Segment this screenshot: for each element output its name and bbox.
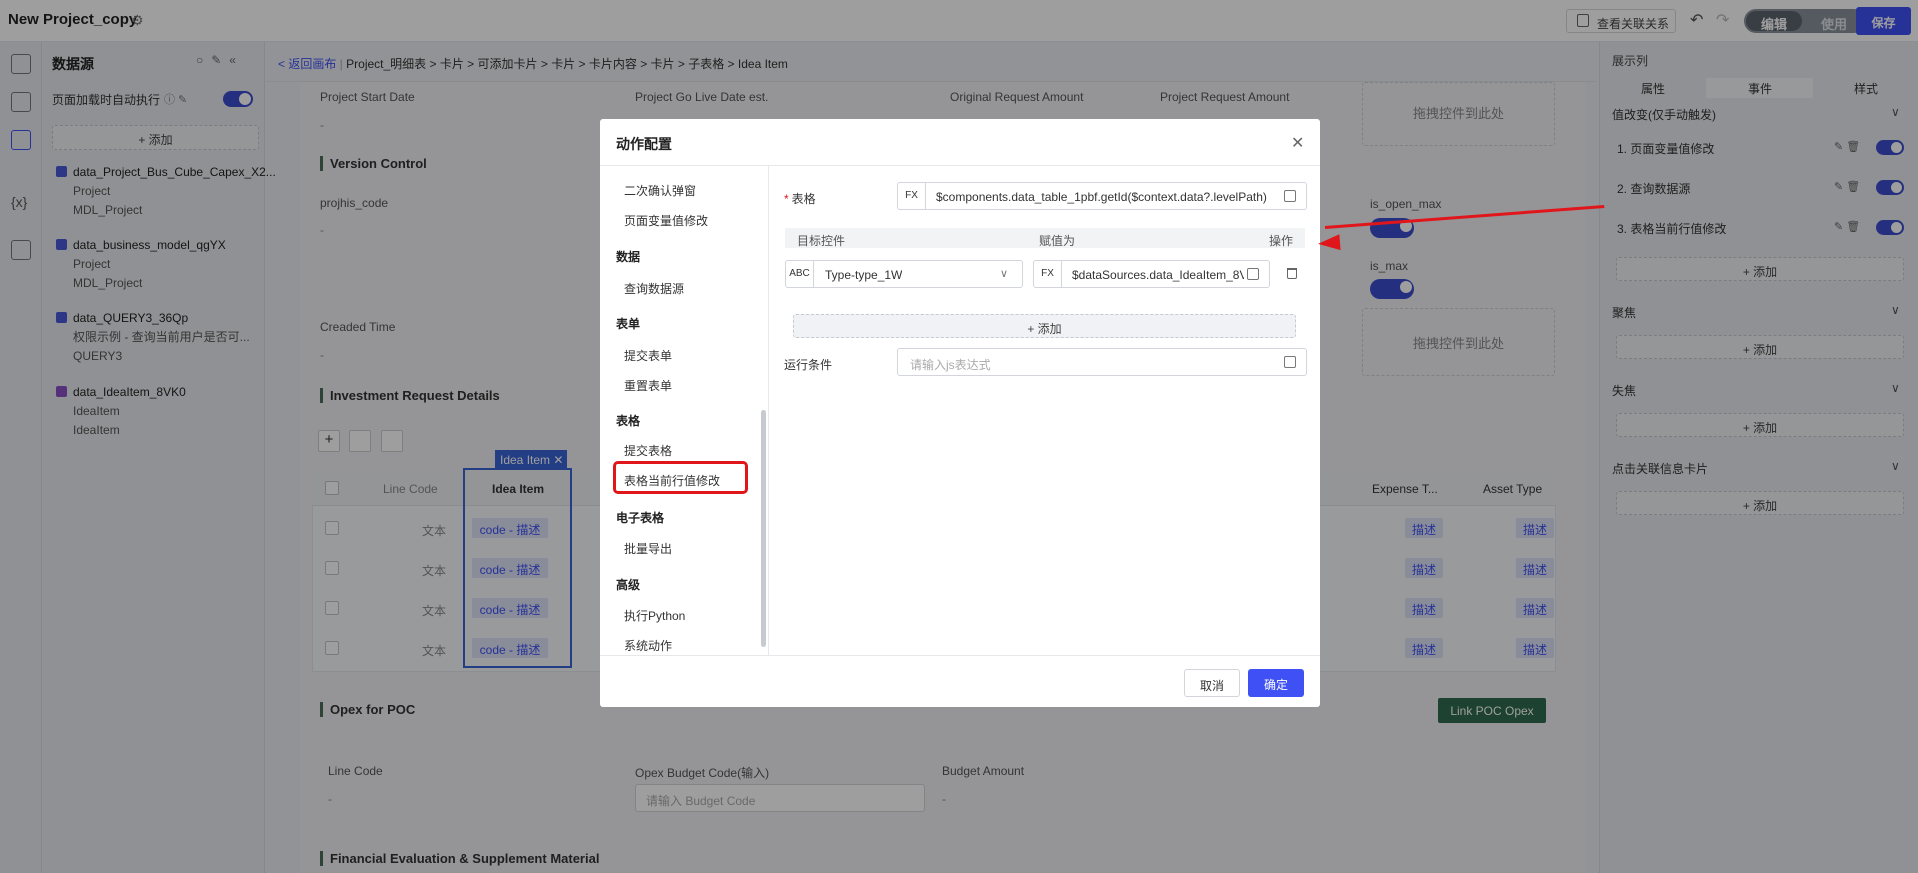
add-assign-row-button[interactable]: + 添加: [793, 314, 1296, 338]
annotation-arrow-head: [1317, 234, 1341, 252]
menu-heading: 表格: [616, 414, 641, 428]
menu-item[interactable]: 系统动作: [624, 637, 672, 654]
assign-expression-field[interactable]: FX $dataSources.data_IdeaItem_8VK0: [1033, 260, 1270, 288]
dialog-title: 动作配置: [616, 136, 672, 152]
trash-icon[interactable]: [1287, 268, 1297, 279]
menu-item[interactable]: 提交表单: [624, 347, 672, 364]
ok-button[interactable]: 确定: [1248, 669, 1304, 697]
highlight-box: [613, 461, 748, 494]
menu-item[interactable]: 批量导出: [624, 540, 672, 557]
menu-item[interactable]: 提交表格: [624, 442, 672, 459]
menu-scrollbar[interactable]: [761, 410, 766, 647]
menu-heading: 高级: [616, 578, 641, 592]
table-label: * 表格: [784, 192, 816, 206]
menu-item[interactable]: 页面变量值修改: [624, 212, 708, 229]
close-icon[interactable]: ✕: [1291, 133, 1304, 153]
col-assign: 赋值为: [1039, 234, 1076, 248]
expand-icon[interactable]: [1284, 190, 1296, 202]
col-op: 操作: [1269, 234, 1294, 248]
dialog-divider: [600, 165, 1320, 166]
cancel-button[interactable]: 取消: [1184, 669, 1240, 697]
menu-heading: 数据: [616, 250, 641, 264]
table-expression-field[interactable]: FX $components.data_table_1pbf.getId($co…: [897, 182, 1307, 210]
abc-icon: ABC: [786, 261, 814, 287]
menu-item[interactable]: 执行Python: [624, 607, 685, 624]
dialog-divider: [768, 165, 769, 655]
chevron-down-icon: ∨: [1000, 268, 1009, 280]
dialog-divider: [600, 655, 1320, 656]
target-select[interactable]: ABC Type-type_1W ∨: [785, 260, 1023, 288]
menu-heading: 电子表格: [616, 511, 665, 525]
condition-label: 运行条件: [784, 358, 833, 372]
menu-item[interactable]: 重置表单: [624, 377, 672, 394]
condition-input[interactable]: 请输入js表达式: [897, 348, 1307, 376]
col-target: 目标控件: [797, 234, 846, 248]
fx-icon[interactable]: FX: [898, 183, 926, 209]
expand-icon[interactable]: [1284, 356, 1296, 368]
expand-icon[interactable]: [1247, 268, 1259, 280]
menu-item[interactable]: 二次确认弹窗: [624, 182, 696, 199]
menu-item[interactable]: 查询数据源: [624, 280, 684, 297]
fx-icon[interactable]: FX: [1034, 261, 1062, 287]
menu-heading: 表单: [616, 317, 641, 331]
